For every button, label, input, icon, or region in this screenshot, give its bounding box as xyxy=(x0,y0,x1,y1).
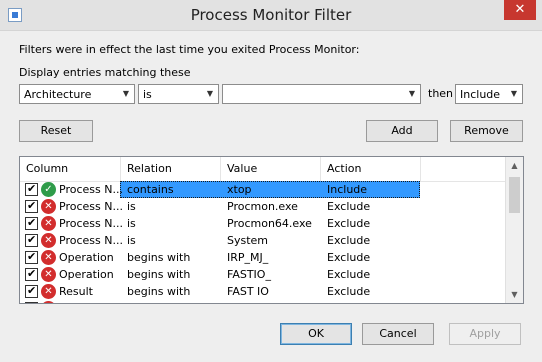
cell-relation: begins with xyxy=(127,268,191,281)
table-row[interactable]: ✕Process N... is System Exclude xyxy=(20,232,506,249)
row-checkbox[interactable] xyxy=(25,250,38,264)
cell-action: Exclude xyxy=(327,251,371,264)
relation-select-value: is xyxy=(143,88,152,101)
row-checkbox[interactable] xyxy=(25,199,38,213)
x-circle-icon: ✕ xyxy=(41,250,56,265)
cell-value: Procmon64.exe xyxy=(227,217,312,230)
x-circle-icon: ✕ xyxy=(41,301,56,303)
vertical-scrollbar[interactable]: ▲ ▼ xyxy=(505,157,523,303)
scroll-down-icon[interactable]: ▼ xyxy=(506,286,523,303)
cell-action: Include xyxy=(327,183,368,196)
cell-relation: is xyxy=(127,200,136,213)
action-select-value: Include xyxy=(460,88,501,101)
row-checkbox[interactable] xyxy=(25,216,38,230)
cell-value: System xyxy=(227,234,269,247)
row-checkbox[interactable] xyxy=(25,233,38,247)
list-header: Column Relation Value Action xyxy=(20,157,506,182)
ok-button[interactable]: OK xyxy=(280,323,352,345)
action-select[interactable]: Include ▼ xyxy=(455,84,523,104)
chevron-down-icon: ▼ xyxy=(206,89,214,98)
row-checkbox[interactable] xyxy=(25,284,38,298)
cell-column: Operation xyxy=(59,268,114,281)
column-header-relation[interactable]: Relation xyxy=(121,157,221,181)
x-circle-icon: ✕ xyxy=(41,216,56,231)
cell-relation: is xyxy=(127,217,136,230)
chevron-down-icon: ▼ xyxy=(408,89,416,98)
reset-button[interactable]: Reset xyxy=(19,120,93,142)
table-row[interactable]: ✓Process N... contains xtop Include xyxy=(20,181,506,198)
cell-value: FASTIO_ xyxy=(227,268,271,281)
row-checkbox[interactable] xyxy=(25,267,38,281)
row-checkbox[interactable] xyxy=(25,301,38,303)
scroll-up-icon[interactable]: ▲ xyxy=(506,157,523,174)
filter-list[interactable]: Column Relation Value Action ✓Process N.… xyxy=(19,156,524,304)
cell-relation: contains xyxy=(127,183,174,196)
cell-action: Exclude xyxy=(327,268,371,281)
cell-column: Path xyxy=(59,302,83,303)
remove-button[interactable]: Remove xyxy=(450,120,523,142)
cell-action: Exclude xyxy=(327,285,371,298)
cell-action: Exclude xyxy=(327,234,371,247)
x-circle-icon: ✕ xyxy=(41,267,56,282)
cell-relation: is xyxy=(127,234,136,247)
check-circle-icon: ✓ xyxy=(41,182,56,197)
x-circle-icon: ✕ xyxy=(41,284,56,299)
value-combobox[interactable]: ▼ xyxy=(222,84,421,104)
cell-action: Exclude xyxy=(327,302,370,303)
intro-text: Filters were in effect the last time you… xyxy=(19,43,360,56)
cell-column: Process N... xyxy=(59,183,123,196)
x-circle-icon: ✕ xyxy=(41,199,56,214)
table-row[interactable]: ✕Resultbegins withFAST IOExclude xyxy=(20,283,506,300)
match-label: Display entries matching these xyxy=(19,66,191,79)
process-monitor-filter-dialog: Process Monitor Filter ✕ Filters were in… xyxy=(0,0,542,362)
cell-value: xtop xyxy=(227,183,252,196)
cancel-button[interactable]: Cancel xyxy=(362,323,434,345)
cell-relation: begins with xyxy=(127,285,191,298)
title-bar[interactable]: Process Monitor Filter ✕ xyxy=(0,0,542,31)
chevron-down-icon: ▼ xyxy=(122,89,130,98)
column-header-value[interactable]: Value xyxy=(221,157,321,181)
column-header-column[interactable]: Column xyxy=(20,157,121,181)
apply-button[interactable]: Apply xyxy=(449,323,521,345)
then-label: then xyxy=(428,87,454,100)
cell-action: Exclude xyxy=(327,217,371,230)
x-circle-icon: ✕ xyxy=(41,233,56,248)
table-row[interactable]: ✕Process N... is Procmon64.exe Exclude xyxy=(20,215,506,232)
cell-relation: begins with xyxy=(127,251,191,264)
cell-column: Process N... xyxy=(59,234,123,247)
table-row[interactable]: ✕Path ends with pagefile.sys Exclude xyxy=(20,300,506,303)
cell-value: pagefile.sys xyxy=(227,302,293,303)
scrollbar-thumb[interactable] xyxy=(509,177,520,213)
column-select[interactable]: Architecture ▼ xyxy=(19,84,135,104)
row-checkbox[interactable] xyxy=(25,182,38,196)
cell-action: Exclude xyxy=(327,200,371,213)
chevron-down-icon: ▼ xyxy=(510,89,518,98)
cell-value: FAST IO xyxy=(227,285,269,298)
cell-relation: ends with xyxy=(127,302,180,303)
cell-column: Process N... xyxy=(59,200,123,213)
cell-column: Process N... xyxy=(59,217,123,230)
cell-column: Result xyxy=(59,285,93,298)
relation-select[interactable]: is ▼ xyxy=(138,84,219,104)
window-title: Process Monitor Filter xyxy=(190,6,352,24)
column-select-value: Architecture xyxy=(24,88,92,101)
cell-value: IRP_MJ_ xyxy=(227,251,269,264)
table-row[interactable]: ✕Operation begins with IRP_MJ_ Exclude xyxy=(20,249,506,266)
close-button[interactable]: ✕ xyxy=(504,0,536,20)
cell-column: Operation xyxy=(59,251,114,264)
add-button[interactable]: Add xyxy=(366,120,438,142)
column-header-action[interactable]: Action xyxy=(321,157,421,181)
table-row[interactable]: ✕Operation begins with FASTIO_ Exclude xyxy=(20,266,506,283)
